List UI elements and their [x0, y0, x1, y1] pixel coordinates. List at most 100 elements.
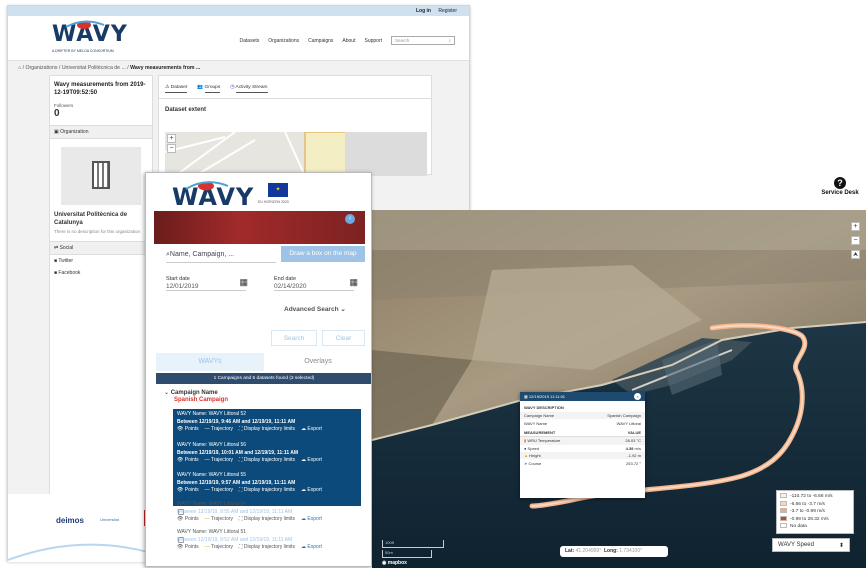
export-option[interactable]: ☁ Export [301, 544, 322, 552]
tab-dataset[interactable]: ⚠ Dataset [165, 85, 188, 93]
limits-option[interactable]: ⛶ Display trajectory limits [239, 487, 295, 495]
trajectory-option[interactable]: — Trajectory [205, 457, 233, 465]
chevron-down-icon: ⌄ [340, 306, 346, 313]
trajectory-option[interactable]: — Trajectory [205, 487, 233, 495]
item-options: 👁 Points — Trajectory ⛶ Display trajecto… [177, 516, 357, 524]
campaign-group[interactable]: ⌄ Campaign Name Spanish Campaign [164, 390, 228, 404]
calendar-icon: ▦ [524, 394, 528, 399]
item-options: 👁 Points — Trajectory ⛶ Display trajecto… [177, 426, 357, 434]
facebook-link[interactable]: ■ Facebook [50, 267, 152, 279]
legend-swatch [780, 523, 787, 529]
draw-box-button[interactable]: Draw a box on the map [281, 246, 365, 262]
chevron-down-icon: ⌄ [164, 390, 170, 396]
portal-header: WAVY A DRIFTER BY MELOA CONSORTIUM Datas… [8, 16, 469, 61]
map-zoom-out-button[interactable]: − [851, 236, 860, 245]
nav-about[interactable]: About [342, 38, 355, 44]
points-option[interactable]: 👁 Points [177, 516, 199, 524]
tab-activity-stream[interactable]: ◷ Activity Stream [230, 85, 268, 93]
start-date-field[interactable]: Start date 12/01/2019 ▦ [166, 276, 248, 296]
followers-count: 0 [54, 108, 60, 119]
popup-desc-heading: WAVY DESCRIPTION [524, 405, 564, 410]
tab-groups[interactable]: 👥 Groups [197, 85, 221, 93]
end-date-field[interactable]: End date 02/14/2020 ▦ [274, 276, 358, 296]
nav-datasets[interactable]: Datasets [240, 38, 260, 44]
export-option[interactable]: ☁ Export [301, 457, 322, 465]
portal-nav: Datasets Organizations Campaigns About S… [240, 36, 455, 45]
item-period: Between 12/19/19, 9:55 AM and 12/19/19, … [177, 508, 293, 515]
item-name: WAVY Name: WAVY Littoral 52 [177, 411, 247, 417]
breadcrumb-organizations[interactable]: Organizations [25, 65, 57, 71]
name-search-input[interactable]: ⌕Name, Campaign, ... [166, 249, 276, 263]
limits-option[interactable]: ⛶ Display trajectory limits [239, 516, 295, 524]
trajectory-option[interactable]: — Trajectory [205, 516, 233, 524]
dataset-main: ⚠ Dataset 👥 Groups ◷ Activity Stream Dat… [158, 75, 432, 176]
nav-organizations[interactable]: Organizations [268, 38, 299, 44]
export-option[interactable]: ☁ Export [301, 516, 322, 524]
item-period: Between 12/19/19, 10:01 AM and 12/19/19,… [177, 449, 299, 456]
campaign-label: Campaign Name [170, 390, 218, 396]
banner-collapse-button[interactable]: ‹ [345, 214, 355, 224]
popup-row: Campaign Name Spanish Campaign [520, 412, 645, 420]
points-option[interactable]: 👁 Points [177, 426, 199, 434]
calendar-icon[interactable]: ▦ [239, 277, 248, 288]
org-name[interactable]: Universitat Politècnica de Catalunya [50, 211, 152, 227]
mapbox-icon: ◉ [382, 560, 387, 566]
speed-layer-select[interactable]: WAVY Speed ⬍ [772, 538, 850, 552]
legend-swatch [780, 515, 787, 521]
extent-zoom-in-button[interactable]: + [167, 134, 176, 143]
home-icon[interactable]: ⌂ [18, 65, 21, 71]
extent-zoom-out-button[interactable]: − [167, 144, 176, 153]
item-period: Between 12/19/19, 9:52 AM and 12/19/19, … [177, 536, 293, 543]
legend-entry: -3.7 to -0.99 m/s [780, 508, 850, 516]
advanced-search-toggle[interactable]: Advanced Search ⌄ [284, 305, 346, 313]
item-name: WAVY Name: WAVY Littoral 55 [177, 472, 247, 478]
footer-wave-decoration [8, 543, 148, 561]
export-option[interactable]: ☁ Export [301, 426, 322, 434]
measure-row-course: ➤ Course 253.72 ° [524, 460, 641, 466]
building-placeholder-icon [92, 161, 110, 189]
panel-header: WAVY ✦ EU HORIZON 2020 [146, 173, 371, 211]
portal-search-input[interactable]: Search ⌕ [391, 36, 455, 45]
register-link[interactable]: Register [438, 8, 457, 14]
limits-option[interactable]: ⛶ Display trajectory limits [239, 426, 295, 434]
tab-overlays[interactable]: Overlays [264, 353, 371, 371]
limits-option[interactable]: ⛶ Display trajectory limits [239, 457, 295, 465]
trajectory-option[interactable]: — Trajectory [205, 544, 233, 552]
wavy-search-panel: WAVY ✦ EU HORIZON 2020 ‹ ⌕Name, Campaign… [145, 172, 372, 567]
start-date-value: 12/01/2019 [166, 282, 246, 291]
clear-button[interactable]: Clear [322, 330, 365, 346]
navigation-icon: ➤ [524, 460, 528, 466]
map-compass-button[interactable]: ⮝ [851, 250, 860, 259]
limits-option[interactable]: ⛶ Display trajectory limits [239, 544, 295, 552]
legend-swatch [780, 508, 787, 514]
nav-campaigns[interactable]: Campaigns [308, 38, 333, 44]
login-link[interactable]: Log in [416, 8, 431, 14]
legend-entry: -6.66 to -3.7 m/s [780, 500, 850, 509]
points-option[interactable]: 👁 Points [177, 487, 199, 495]
end-date-value: 02/14/2020 [274, 282, 354, 291]
twitter-link[interactable]: ■ Twitter [50, 255, 152, 267]
legend-swatch [780, 500, 787, 506]
service-desk-label: Service Desk [821, 190, 859, 196]
list-item[interactable]: WAVY Name: WAVY Littoral 51 Between 12/1… [173, 527, 361, 563]
mapbox-attribution[interactable]: ◉ mapbox [382, 560, 407, 566]
share-icon: ⇄ [54, 245, 59, 251]
twitter-icon: ■ [54, 258, 58, 264]
nav-support[interactable]: Support [364, 38, 382, 44]
breadcrumb-org[interactable]: Universitat Politècnica de ... [62, 65, 126, 71]
trajectory-option[interactable]: — Trajectory [205, 426, 233, 434]
popup-header: ▦ 12/19/2019 11:11:01 × [520, 392, 645, 401]
export-option[interactable]: ☁ Export [301, 487, 322, 495]
points-option[interactable]: 👁 Points [177, 457, 199, 465]
calendar-icon[interactable]: ▦ [349, 277, 358, 288]
tab-wavys[interactable]: WAVYs [156, 353, 264, 371]
points-option[interactable]: 👁 Points [177, 544, 199, 552]
search-button[interactable]: Search [271, 330, 317, 346]
map-zoom-in-button[interactable]: + [851, 222, 860, 231]
popup-close-icon[interactable]: × [634, 393, 641, 400]
service-desk-button[interactable]: ? Service Desk [818, 177, 862, 196]
dataset-extent-map[interactable]: + − [165, 132, 427, 176]
dataset-extent-title: Dataset extent [165, 107, 207, 113]
warning-icon: ▲ [524, 453, 528, 459]
map-scale-feet: 100ft [382, 540, 444, 548]
